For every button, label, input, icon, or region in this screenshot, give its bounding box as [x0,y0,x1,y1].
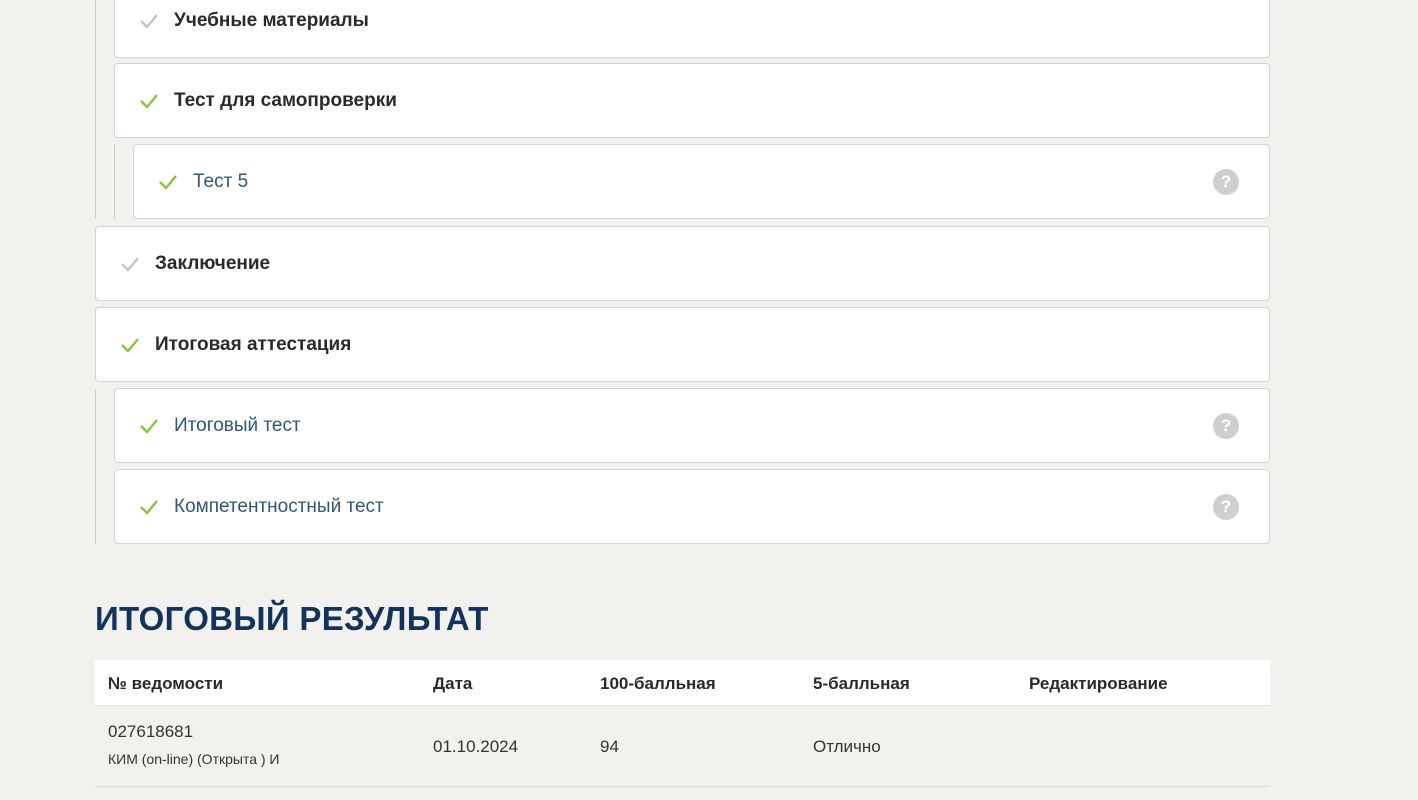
outline-section-label: Заключение [155,252,271,274]
outline-item-label[interactable]: Итоговый тест [174,415,301,437]
outline-section-label: Тест для самопроверки [174,89,397,111]
tree-guide-line [114,144,115,219]
check-pending-icon [120,255,140,273]
column-header-date: Дата [433,674,473,693]
final-result-title: ИТОГОВЫЙ РЕЗУЛЬТАТ [95,600,489,637]
outline-section-learning-materials[interactable]: Учебные материалы [114,0,1270,58]
record-number: 027618681 [108,722,194,741]
record-date: 01.10.2024 [433,737,519,756]
outline-section-self-test[interactable]: Тест для самопроверки [114,63,1270,138]
column-header-record-no: № ведомости [108,674,224,693]
table-header: № ведомости Дата 100-балльная 5-балльная… [95,660,1270,706]
tree-guide-line [95,0,96,219]
final-result-table: № ведомости Дата 100-балльная 5-балльная… [95,660,1270,787]
table-row: 027618681 КИМ (on-line) (Открыта ) И 01.… [95,706,1270,787]
record-score5: Отлично [813,737,881,756]
outline-item-test-5[interactable]: Тест 5 ? [133,144,1270,219]
column-header-score100: 100-балльная [600,674,716,693]
outline-section-label: Итоговая аттестация [155,333,352,355]
check-done-icon [139,417,159,435]
check-done-icon [139,498,159,516]
help-icon[interactable]: ? [1213,493,1239,520]
check-done-icon [139,92,159,110]
check-done-icon [120,336,140,354]
tree-guide-line [95,389,96,544]
check-pending-icon [139,12,159,30]
outline-item-label[interactable]: Компетентностный тест [174,496,384,518]
check-done-icon [158,173,178,191]
outline-section-label: Учебные материалы [174,9,369,31]
help-icon[interactable]: ? [1213,168,1239,195]
outline-item-label[interactable]: Тест 5 [193,171,248,193]
outline-item-competency-test[interactable]: Компетентностный тест ? [114,469,1270,544]
column-header-score5: 5-балльная [813,674,910,693]
outline-section-conclusion[interactable]: Заключение [95,226,1270,301]
outline-section-final-attestation[interactable]: Итоговая аттестация [95,307,1270,382]
column-header-edit: Редактирование [1029,674,1168,693]
help-icon[interactable]: ? [1213,412,1239,439]
record-score100: 94 [600,737,619,756]
record-description: КИМ (on-line) (Открыта ) И [108,751,280,767]
outline-item-final-test[interactable]: Итоговый тест ? [114,388,1270,463]
